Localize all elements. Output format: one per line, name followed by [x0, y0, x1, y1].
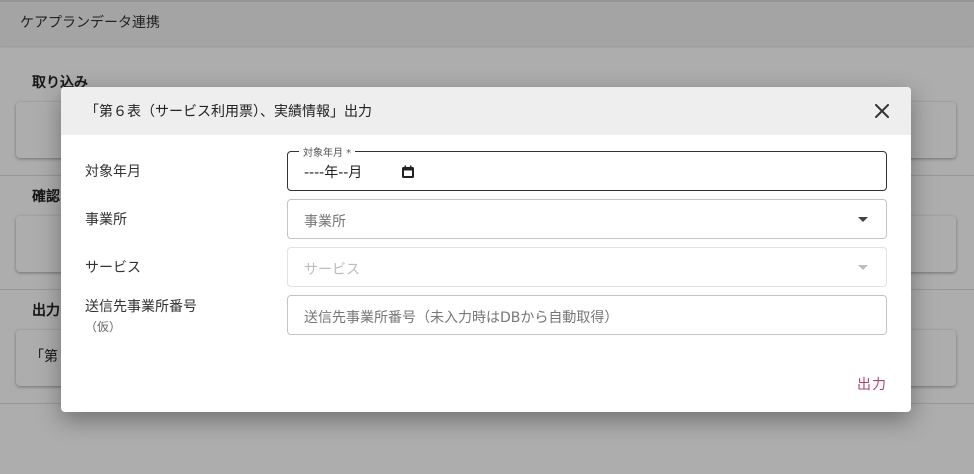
calendar-icon[interactable]: [400, 164, 416, 180]
target-month-label: 対象年月: [85, 164, 141, 180]
office-select[interactable]: 事業所: [287, 199, 887, 239]
export-dialog: 「第６表（サービス利用票）、実績情報」出力 対象年月 対象年月 * ----年-…: [61, 87, 911, 412]
destination-input[interactable]: 送信先事業所番号（未入力時はDBから自動取得）: [287, 295, 887, 335]
office-placeholder: 事業所: [304, 214, 346, 230]
close-icon: [875, 104, 889, 118]
target-month-floating-label: 対象年月 *: [299, 144, 356, 159]
destination-label: 送信先事業所番号: [85, 299, 197, 315]
dialog-header: 「第６表（サービス利用票）、実績情報」出力: [61, 87, 911, 135]
output-button[interactable]: 出力: [857, 374, 887, 394]
office-label: 事業所: [85, 212, 127, 228]
service-placeholder: サービス: [304, 262, 360, 278]
destination-sublabel: （仮）: [85, 320, 122, 334]
target-month-value: ----年--月: [304, 165, 363, 181]
destination-placeholder: 送信先事業所番号（未入力時はDBから自動取得）: [304, 310, 619, 326]
chevron-down-icon[interactable]: [858, 265, 868, 270]
dialog-title: 「第６表（サービス利用票）、実績情報」出力: [85, 104, 372, 120]
chevron-down-icon[interactable]: [858, 217, 868, 222]
service-select[interactable]: サービス: [287, 247, 887, 287]
service-label: サービス: [85, 260, 141, 276]
target-month-input[interactable]: 対象年月 * ----年--月: [287, 144, 887, 191]
close-button[interactable]: [867, 96, 897, 126]
